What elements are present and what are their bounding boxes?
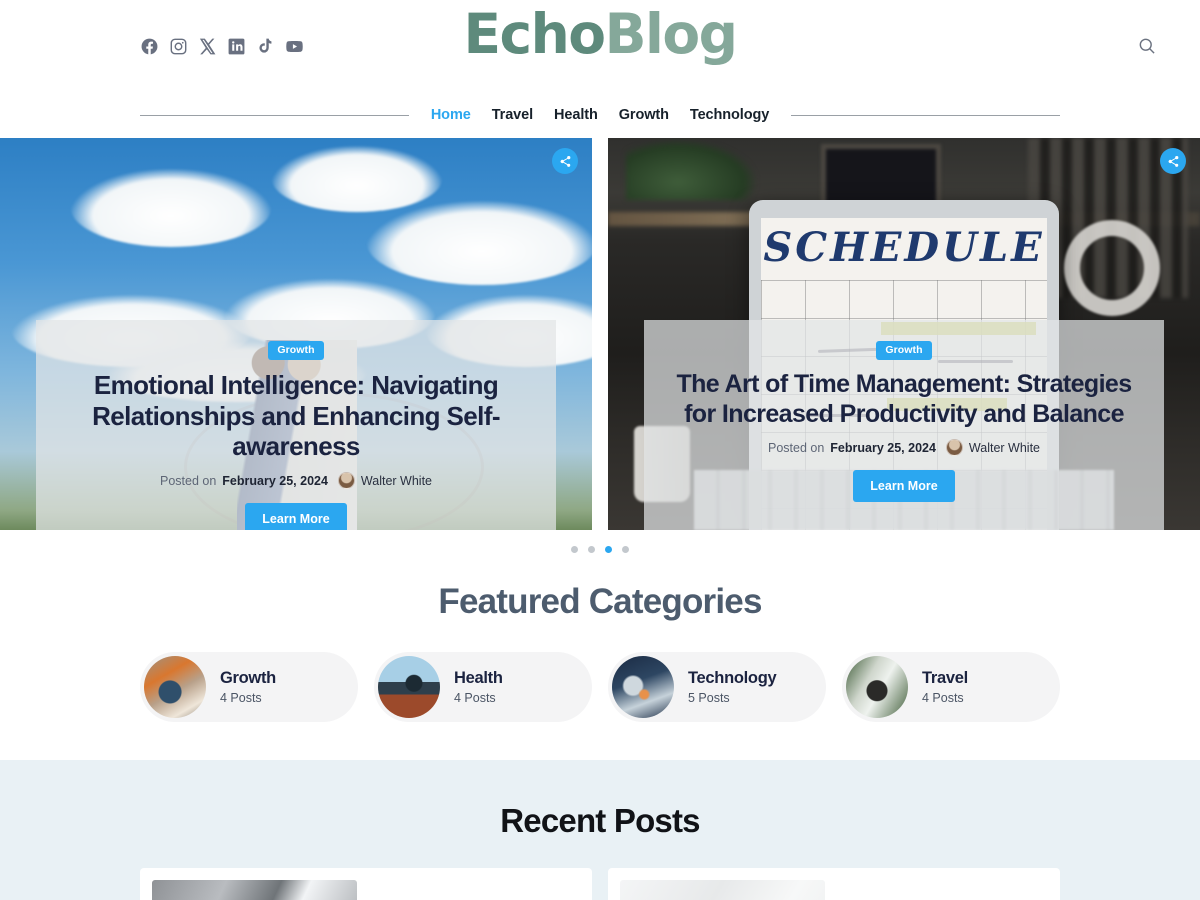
facebook-icon[interactable] xyxy=(140,37,159,56)
nav-item-technology[interactable]: Technology xyxy=(690,107,769,123)
category-name: Technology xyxy=(688,669,777,687)
category-card-travel[interactable]: Travel 4 Posts xyxy=(842,652,1060,722)
post-title: Sustainable Tourism: xyxy=(839,880,1005,900)
category-list: Growth 4 Posts Health 4 Posts Technology… xyxy=(0,652,1200,722)
share-icon[interactable] xyxy=(552,148,578,174)
category-count: 4 Posts xyxy=(922,691,964,705)
tiktok-icon[interactable] xyxy=(256,37,275,56)
share-icon[interactable] xyxy=(1160,148,1186,174)
post-thumbnail xyxy=(620,880,825,900)
carousel-dot-2[interactable] xyxy=(588,545,595,553)
category-name: Health xyxy=(454,669,503,687)
learn-more-button[interactable]: Learn More xyxy=(853,470,955,502)
learn-more-button[interactable]: Learn More xyxy=(245,503,347,530)
social-links xyxy=(140,37,304,56)
author-name: Walter White xyxy=(360,473,432,488)
featured-categories-title: Featured Categories xyxy=(438,582,762,621)
category-count: 4 Posts xyxy=(454,691,496,705)
instagram-icon[interactable] xyxy=(169,37,188,56)
hero-slide-1-meta: Posted on February 25, 2024 Walter White xyxy=(62,472,530,490)
post-title: Culinary Adventures: xyxy=(371,880,536,900)
nav-item-travel[interactable]: Travel xyxy=(492,107,533,123)
hero-slide-1[interactable]: Growth Emotional Intelligence: Navigatin… xyxy=(0,138,592,530)
post-thumbnail xyxy=(152,880,357,900)
hero-slide-2-meta: Posted on February 25, 2024 Walter White xyxy=(670,439,1138,456)
category-card-health[interactable]: Health 4 Posts xyxy=(374,652,592,722)
category-name: Travel xyxy=(922,669,968,687)
youtube-icon[interactable] xyxy=(285,37,304,56)
carousel-dot-4[interactable] xyxy=(622,545,629,553)
post-date: February 25, 2024 xyxy=(830,440,936,455)
category-thumbnail xyxy=(144,656,206,718)
avatar xyxy=(337,472,355,490)
hero-slide-2-title: The Art of Time Management: Strategies f… xyxy=(676,370,1132,428)
nav-links: Home Travel Health Growth Technology xyxy=(409,107,791,123)
category-card-growth[interactable]: Growth 4 Posts xyxy=(140,652,358,722)
category-thumbnail xyxy=(378,656,440,718)
recent-posts-title: Recent Posts xyxy=(500,802,700,839)
category-badge[interactable]: Growth xyxy=(268,341,324,360)
author-name: Walter White xyxy=(968,440,1040,455)
carousel-dot-1[interactable] xyxy=(571,545,578,553)
nav-item-home[interactable]: Home xyxy=(431,107,471,123)
category-name: Growth xyxy=(220,669,276,687)
recent-posts-section: Recent Posts Culinary Adventures: Sustai… xyxy=(0,760,1200,900)
nav-rule-right xyxy=(791,114,1061,116)
hero-slide-1-title: Emotional Intelligence: Navigating Relat… xyxy=(92,370,500,462)
category-thumbnail xyxy=(846,656,908,718)
search-icon[interactable] xyxy=(1132,31,1162,61)
site-logo[interactable]: EchoBlog xyxy=(463,2,738,66)
category-count: 5 Posts xyxy=(688,691,730,705)
hero-slide-2[interactable]: SCHEDULE Growth The Art of Time Manageme… xyxy=(608,138,1200,530)
headphones xyxy=(1064,220,1160,316)
posted-on-label: Posted on xyxy=(768,440,825,455)
hero-slide-1-caption: Growth Emotional Intelligence: Navigatin… xyxy=(36,320,556,530)
category-badge[interactable]: Growth xyxy=(876,341,932,360)
nav-item-growth[interactable]: Growth xyxy=(619,107,669,123)
carousel-pagination xyxy=(0,530,1200,568)
linkedin-icon[interactable] xyxy=(227,37,246,56)
category-card-technology[interactable]: Technology 5 Posts xyxy=(608,652,826,722)
featured-categories-section: Featured Categories Growth 4 Posts Healt… xyxy=(0,568,1200,760)
x-twitter-icon[interactable] xyxy=(198,37,217,56)
posted-on-label: Posted on xyxy=(160,473,217,488)
carousel-dot-3[interactable] xyxy=(605,545,612,553)
category-count: 4 Posts xyxy=(220,691,262,705)
main-nav: Home Travel Health Growth Technology xyxy=(0,92,1200,138)
recent-post-card-1[interactable]: Culinary Adventures: xyxy=(140,868,592,900)
category-thumbnail xyxy=(612,656,674,718)
hero-slider: Growth Emotional Intelligence: Navigatin… xyxy=(0,138,1200,530)
schedule-heading: SCHEDULE xyxy=(763,224,1045,271)
avatar xyxy=(945,439,963,456)
nav-item-health[interactable]: Health xyxy=(554,107,598,123)
site-logo-text: EchoBlog xyxy=(463,2,738,66)
site-header: EchoBlog xyxy=(0,0,1200,92)
post-date: February 25, 2024 xyxy=(222,473,328,488)
hero-slide-2-caption: Growth The Art of Time Management: Strat… xyxy=(644,320,1164,530)
recent-posts-list: Culinary Adventures: Sustainable Tourism… xyxy=(140,868,1060,900)
recent-post-card-2[interactable]: Sustainable Tourism: xyxy=(608,868,1060,900)
nav-rule-left xyxy=(140,114,409,116)
